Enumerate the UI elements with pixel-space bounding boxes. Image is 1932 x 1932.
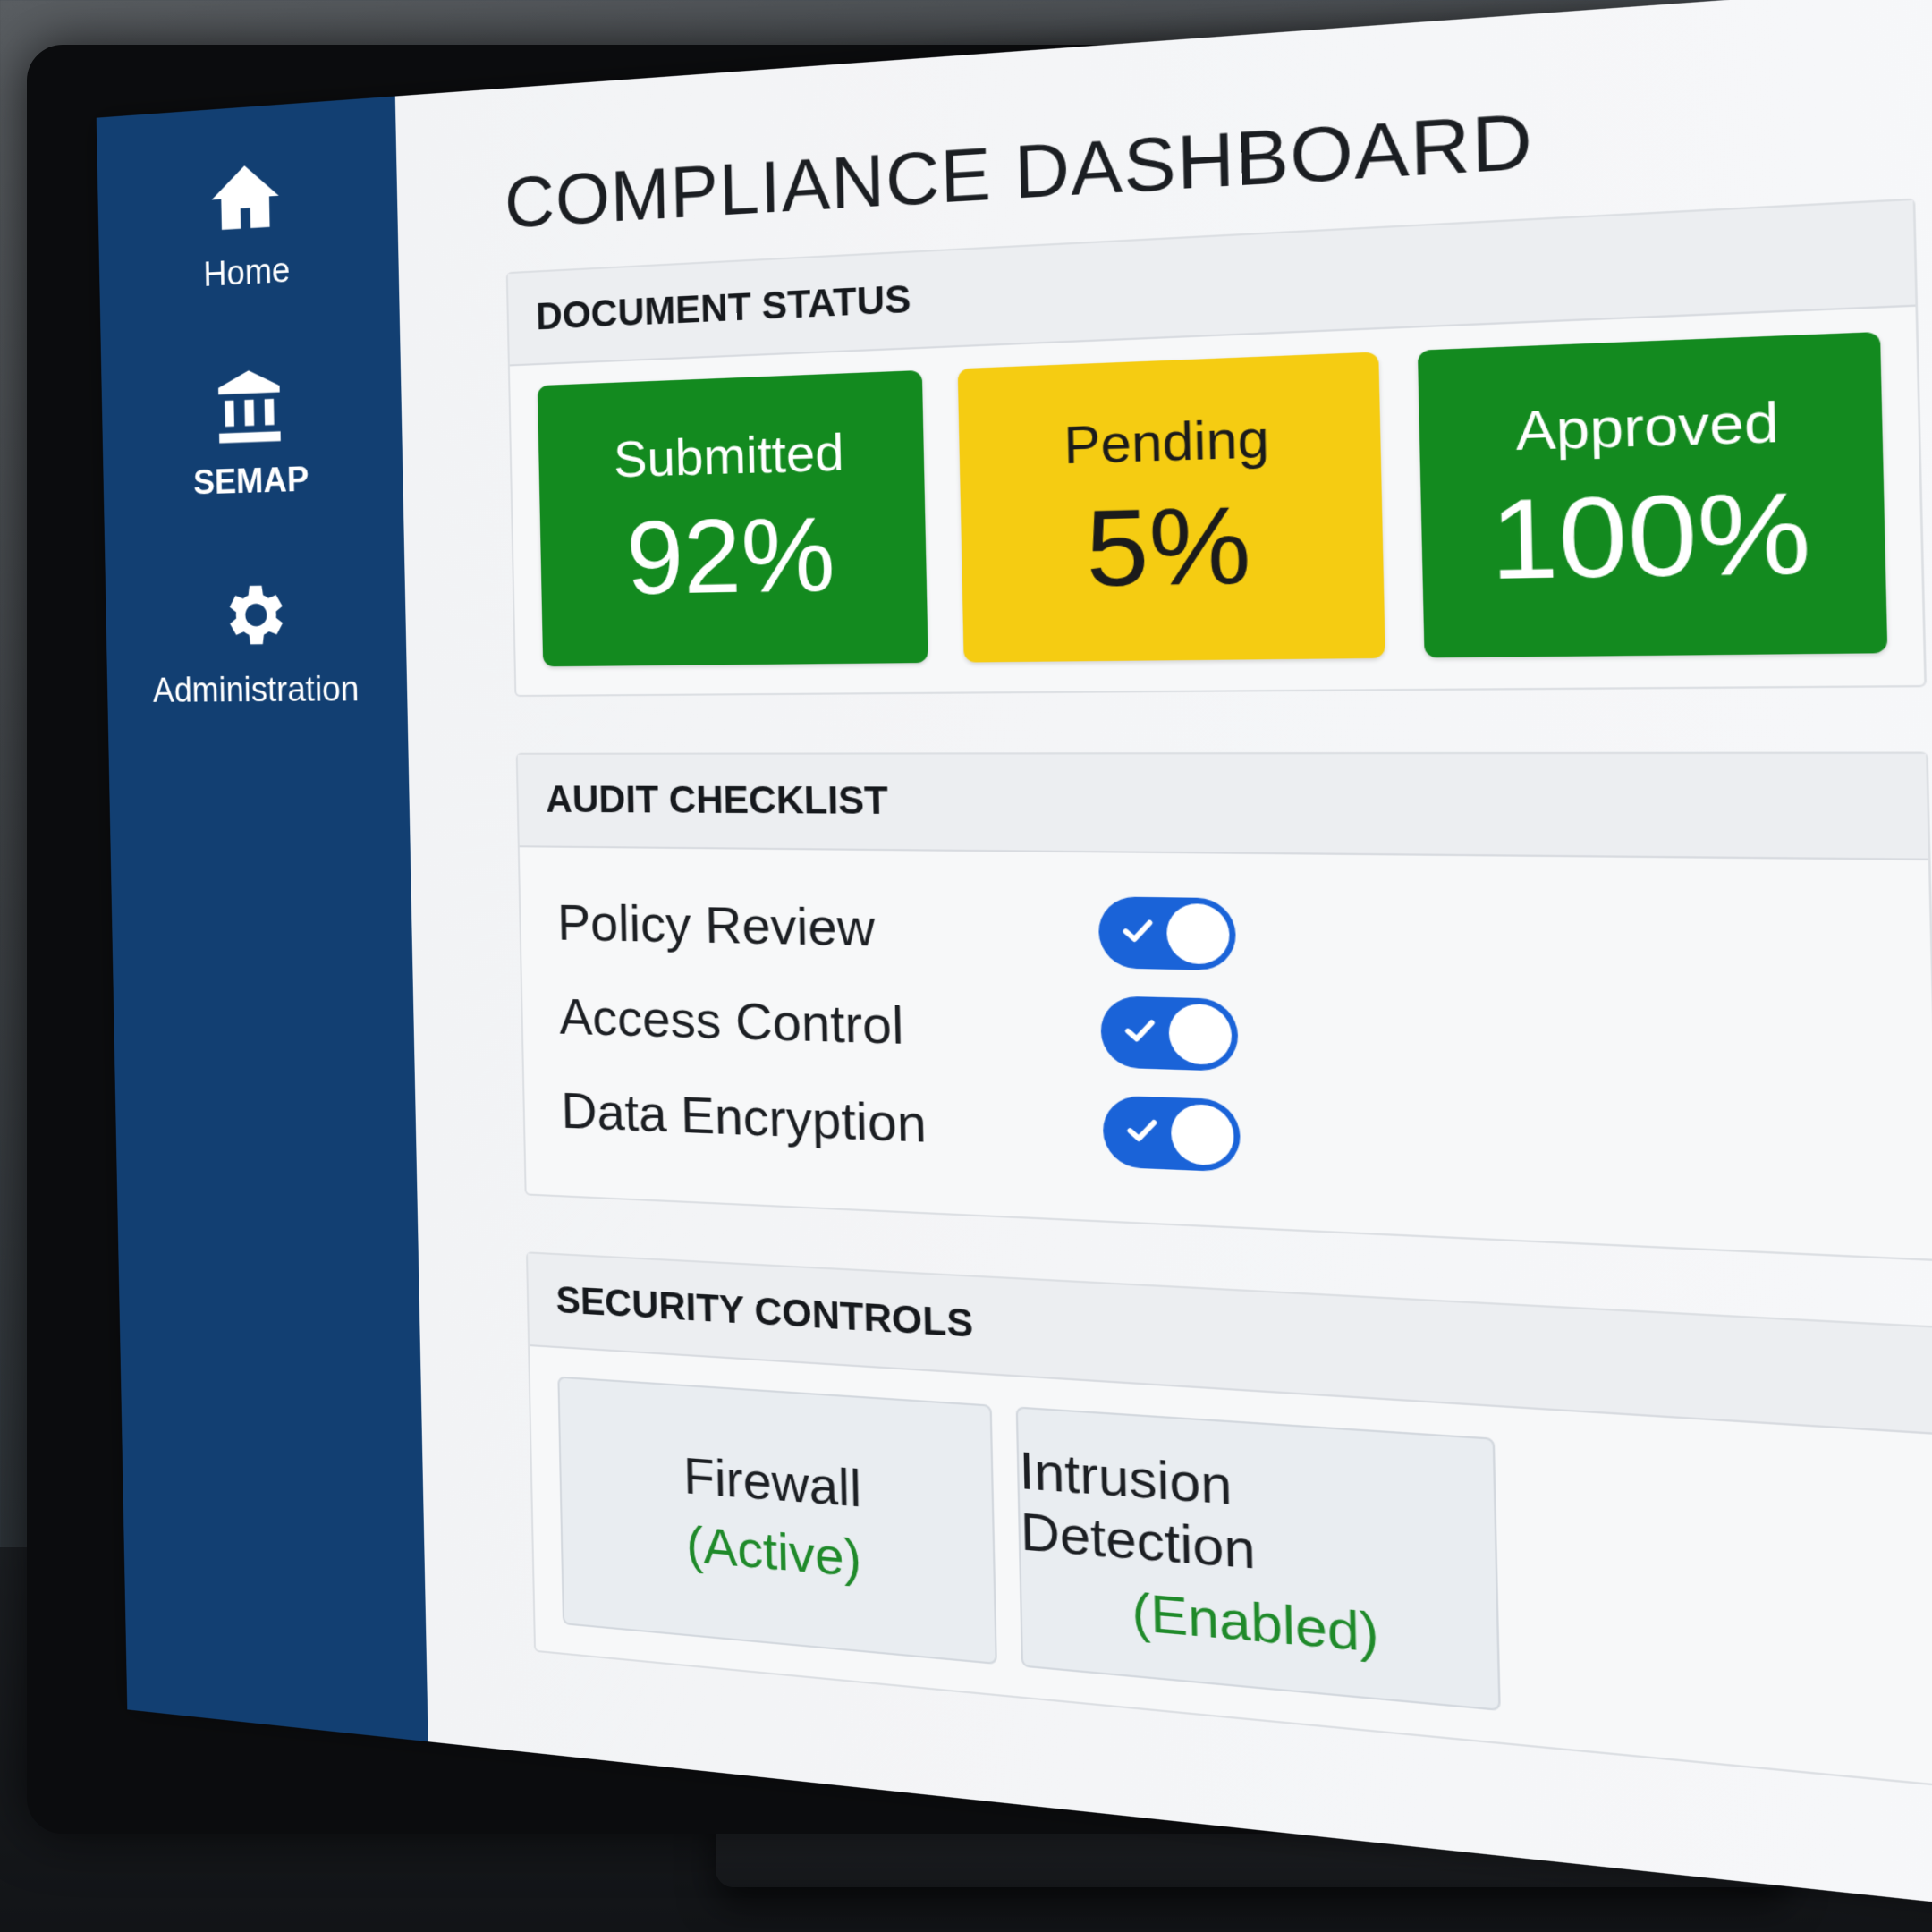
status-card-submitted[interactable]: Submitted 92% <box>537 369 928 667</box>
status-value: 5% <box>1084 482 1252 609</box>
gear-icon <box>210 569 298 661</box>
control-name: Firewall <box>682 1447 862 1519</box>
checklist-label: Access Control <box>558 988 904 1055</box>
status-card-pending[interactable]: Pending 5% <box>957 352 1385 663</box>
sidebar-item-label: SEMAP <box>192 461 309 503</box>
sidebar-item-semap[interactable]: SEMAP <box>191 359 309 504</box>
sidebar-item-label: Administration <box>152 670 360 710</box>
check-icon <box>1119 1010 1161 1051</box>
toggle-knob <box>1170 1103 1235 1166</box>
institution-icon <box>206 359 293 453</box>
toggle-knob <box>1168 1003 1233 1066</box>
check-icon <box>1117 911 1159 951</box>
main-content: COMPLIANCE DASHBOARD DOCUMENT STATUS Sub… <box>394 0 1932 1932</box>
monitor-screen: Home SEMAP Administration COMPLIANCE DAS… <box>96 0 1932 1932</box>
policy-review-toggle[interactable] <box>1097 896 1237 971</box>
control-state: (Enabled) <box>1131 1582 1380 1665</box>
home-icon <box>202 149 289 245</box>
data-encryption-toggle[interactable] <box>1102 1095 1241 1173</box>
status-card-approved[interactable]: Approved 100% <box>1417 331 1888 658</box>
security-controls-panel: SECURITY CONTROLS Firewall (Active) Intr… <box>525 1251 1932 1788</box>
status-label: Pending <box>1063 408 1270 475</box>
sidebar-item-home[interactable]: Home <box>201 149 291 295</box>
document-status-panel: DOCUMENT STATUS Submitted 92% Pending 5%… <box>505 198 1928 698</box>
status-value: 92% <box>624 494 836 616</box>
control-name: Intrusion Detection <box>1018 1441 1257 1581</box>
control-state: (Active) <box>685 1515 862 1589</box>
control-card-intrusion-detection[interactable]: Intrusion Detection (Enabled) <box>1015 1406 1501 1712</box>
sidebar-item-administration[interactable]: Administration <box>150 567 360 710</box>
sidebar-item-label: Home <box>203 251 291 295</box>
checklist-label: Data Encryption <box>560 1082 928 1154</box>
control-card-firewall[interactable]: Firewall (Active) <box>557 1376 997 1665</box>
audit-checklist-panel: AUDIT CHECKLIST Policy Review Access Con… <box>515 751 1932 1262</box>
toggle-knob <box>1165 902 1231 965</box>
panel-title: AUDIT CHECKLIST <box>517 753 1928 861</box>
sidebar: Home SEMAP Administration <box>96 96 428 1742</box>
checklist-label: Policy Review <box>556 894 876 958</box>
check-icon <box>1121 1110 1163 1151</box>
status-value: 100% <box>1488 467 1813 604</box>
access-control-toggle[interactable] <box>1100 996 1239 1072</box>
status-label: Submitted <box>613 423 845 488</box>
status-label: Approved <box>1514 390 1780 462</box>
